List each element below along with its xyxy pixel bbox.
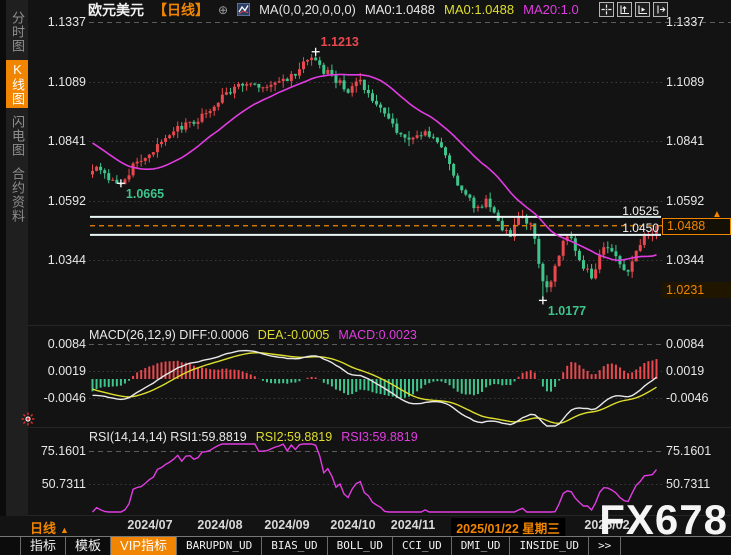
price-axis-right-label: 1.0841 (666, 134, 728, 148)
macd-diff-value: MACD(26,12,9) DIFF:0.0006 (89, 328, 249, 342)
sidebar: 分时图 K线图 闪电图 合约资料 (0, 0, 28, 516)
price-axis-left-label: 1.0344 (26, 253, 86, 267)
expand-circle-plus-icon[interactable]: ⊕ (218, 3, 228, 17)
macd-pane-title: MACD(26,12,9) DIFF:0.0006 DEA:-0.0005 MACD… (89, 328, 417, 342)
swing-high-annotation: 1.1213 (321, 35, 359, 49)
price-axis-left-label: 1.1089 (26, 75, 86, 89)
toolbar-tab-insideud[interactable]: INSIDE_UD (510, 537, 589, 555)
mini-chart-icon (237, 3, 250, 16)
macd-axis-right-label: 0.0019 (666, 364, 728, 378)
time-axis-label: 2024/10 (330, 518, 375, 532)
swing-low2-annotation: 1.0177 (548, 304, 586, 318)
price-axis-left-label: 1.0592 (26, 194, 86, 208)
rsi3-value: RSI3:59.8819 (341, 430, 417, 444)
period-selector[interactable]: 日线▲ (30, 518, 69, 537)
macd-axis-right-label: 0.0084 (666, 337, 728, 351)
price-axis-left-label: 1.1337 (26, 15, 86, 29)
chart-header: 欧元美元 【日线】 ⊕ MA(0,0,20,0,0,0) MA0:1.0488 … (88, 2, 579, 17)
sidebar-track: 分时图 K线图 闪电图 合约资料 (6, 0, 28, 516)
macd-dea-value: DEA:-0.0005 (258, 328, 330, 342)
band-low-badge: 1.0231 (662, 282, 731, 298)
ma-settings-label: MA(0,0,20,0,0,0) (259, 2, 356, 17)
time-axis-label: 2024/08 (197, 518, 242, 532)
scale-vertical-icon[interactable] (617, 2, 632, 17)
price-axis-right-label: 1.1089 (666, 75, 728, 89)
sidebar-tab-timeshare[interactable]: 分时图 (6, 8, 28, 56)
toolbar-tab-barupdnud[interactable]: BARUPDN_UD (177, 537, 262, 555)
red-starburst-icon (21, 412, 35, 429)
rsi-axis-right-label: 75.1601 (666, 444, 728, 458)
macd-axis-left-label: 0.0084 (26, 337, 86, 351)
scale-horizontal-icon[interactable] (635, 2, 650, 17)
toolbar-tab-bollud[interactable]: BOLL_UD (328, 537, 393, 555)
axis-overlay: 1.1337 1.1089 1.0841 1.0592 1.0344 1.1337 1.10… (0, 0, 731, 555)
time-axis-label: 2024/11 (391, 518, 436, 532)
macd-value: MACD:0.0023 (338, 328, 417, 342)
toolbar-tab-[interactable]: 指标 (20, 537, 66, 555)
trading-app-window: 分时图 K线图 闪电图 合约资料 欧元美元 【日线】 ⊕ MA(0,0,20,0… (0, 0, 731, 555)
time-axis-label: 2024/07 (127, 518, 172, 532)
swing-low1-annotation: 1.0665 (126, 187, 164, 201)
support-level-label: 1.0450 (560, 221, 659, 235)
fx678-watermark: FX678 (599, 497, 728, 543)
period-tag[interactable]: 【日线】 (153, 2, 209, 17)
toolbar-tab-[interactable]: 模板 (66, 537, 111, 555)
rsi-axis-left-label: 75.1601 (26, 444, 86, 458)
jump-to-latest-icon[interactable] (653, 2, 668, 17)
rsi1-value: RSI(14,14,14) RSI1:59.8819 (89, 430, 247, 444)
macd-axis-left-label: -0.0046 (26, 391, 86, 405)
price-axis-right-label: 1.0344 (666, 253, 728, 267)
sidebar-tab-kline[interactable]: K线图 (6, 60, 28, 108)
rsi-pane-title: RSI(14,14,14) RSI1:59.8819 RSI2:59.8819 RS… (89, 430, 418, 444)
crosshair-icon[interactable] (599, 2, 614, 17)
toolbar-tab-vip[interactable]: VIP指标 (111, 537, 177, 555)
sidebar-tab-contract-info[interactable]: 合约资料 (6, 164, 28, 226)
crosshair-date-label: 2025/01/22 星期三 (451, 518, 565, 537)
price-axis-right-label: 1.1337 (666, 15, 728, 29)
macd-axis-right-label: -0.0046 (666, 391, 728, 405)
current-price-badge: 1.0488 (662, 218, 731, 235)
rsi-axis-left-label: 50.7311 (26, 477, 86, 491)
toolbar-tab-cciud[interactable]: CCI_UD (393, 537, 452, 555)
resistance-level-label: 1.0525 (560, 204, 659, 218)
time-axis-label: 2024/09 (264, 518, 309, 532)
chart-tool-buttons (599, 2, 668, 17)
toolbar-tab-biasud[interactable]: BIAS_UD (262, 537, 327, 555)
rsi2-value: RSI2:59.8819 (256, 430, 332, 444)
ma0-value-yellow: MA0:1.0488 (444, 2, 514, 17)
sidebar-tab-lightning[interactable]: 闪电图 (6, 112, 28, 160)
ma20-value: MA20:1.0 (523, 2, 579, 17)
macd-axis-left-label: 0.0019 (26, 364, 86, 378)
period-arrow-icon: ▲ (60, 525, 69, 535)
price-up-arrow-icon: ▲ (712, 209, 722, 220)
ma0-value-white: MA0:1.0488 (365, 2, 435, 17)
toolbar-tab-dmiud[interactable]: DMI_UD (452, 537, 511, 555)
price-axis-right-label: 1.0592 (666, 194, 728, 208)
price-axis-left-label: 1.0841 (26, 134, 86, 148)
rsi-axis-right-label: 50.7311 (666, 477, 728, 491)
symbol-name: 欧元美元 (88, 2, 144, 17)
